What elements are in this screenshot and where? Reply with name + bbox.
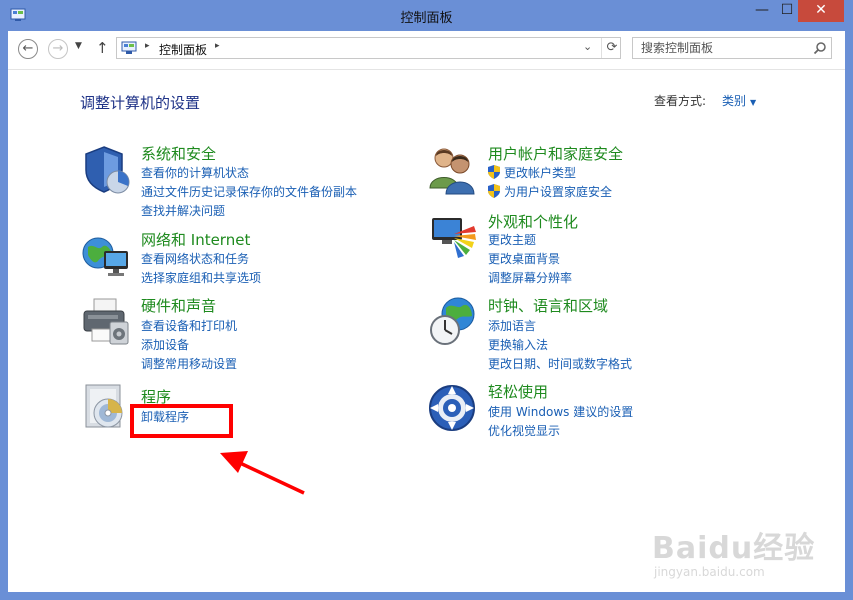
window-title: 控制面板 <box>400 11 453 26</box>
breadcrumb-separator-icon[interactable]: ▸ <box>145 41 150 51</box>
ease-of-access-icon[interactable] <box>428 382 480 434</box>
link-troubleshoot[interactable]: 查找并解决问题 <box>141 202 225 219</box>
back-button[interactable]: ← <box>18 39 38 59</box>
link-change-input-method[interactable]: 更换输入法 <box>488 336 548 353</box>
link-optimize-visual-display[interactable]: 优化视觉显示 <box>488 422 560 439</box>
uac-shield-icon <box>488 184 500 198</box>
search-input[interactable] <box>633 38 811 58</box>
shield-icon[interactable] <box>80 144 132 196</box>
close-button[interactable]: ✕ <box>798 0 844 22</box>
category-appearance[interactable]: 外观和个性化 <box>488 211 578 232</box>
view-by-label: 查看方式: <box>654 94 707 108</box>
up-button[interactable]: ↑ <box>96 39 109 57</box>
link-desktop-background[interactable]: 更改桌面背景 <box>488 250 560 267</box>
category-ease-of-access[interactable]: 轻松使用 <box>488 381 548 402</box>
view-by-dropdown[interactable]: 类别 ▼ <box>722 92 756 109</box>
highlight-box <box>130 404 233 438</box>
link-file-history-backup[interactable]: 通过文件历史记录保存你的文件备份副本 <box>141 183 357 200</box>
link-add-language[interactable]: 添加语言 <box>488 317 536 334</box>
users-icon[interactable] <box>428 144 480 196</box>
link-windows-recommended-settings[interactable]: 使用 Windows 建议的设置 <box>488 403 633 420</box>
appearance-icon[interactable] <box>428 212 480 264</box>
link-homegroup-sharing[interactable]: 选择家庭组和共享选项 <box>141 269 261 286</box>
uac-shield-icon <box>488 165 500 179</box>
page-title: 调整计算机的设置 <box>80 94 201 112</box>
forward-button[interactable]: → <box>48 39 68 59</box>
category-system-security[interactable]: 系统和安全 <box>141 143 216 164</box>
address-dropdown-icon[interactable]: ⌄ <box>583 40 592 53</box>
link-date-time-format[interactable]: 更改日期、时间或数字格式 <box>488 355 632 372</box>
search-box[interactable] <box>632 37 832 59</box>
watermark-site: jingyan.baidu.com <box>654 565 765 579</box>
link-devices-printers[interactable]: 查看设备和打印机 <box>141 317 237 334</box>
maximize-button[interactable]: ☐ <box>776 0 798 22</box>
search-icon[interactable] <box>813 41 827 55</box>
breadcrumb-control-panel[interactable]: 控制面板 <box>159 41 207 58</box>
link-mobility-settings[interactable]: 调整常用移动设置 <box>141 355 237 372</box>
navigation-bar: ← → ▼ ↑ ▸ 控制面板 ▸ ⌄ ⟳ <box>8 31 845 70</box>
address-bar[interactable]: ▸ 控制面板 ▸ ⌄ ⟳ <box>116 37 621 59</box>
clock-globe-icon[interactable] <box>428 296 480 348</box>
printer-icon[interactable] <box>80 296 132 348</box>
recent-locations-dropdown[interactable]: ▼ <box>75 41 82 51</box>
refresh-button[interactable]: ⟳ <box>601 38 622 58</box>
category-user-accounts[interactable]: 用户帐户和家庭安全 <box>488 143 623 164</box>
link-network-status[interactable]: 查看网络状态和任务 <box>141 250 249 267</box>
watermark-brand: Baidu经验 <box>652 531 816 566</box>
network-globe-icon[interactable] <box>80 231 132 283</box>
category-network-internet[interactable]: 网络和 Internet <box>141 229 250 250</box>
link-label[interactable]: 为用户设置家庭安全 <box>504 185 612 199</box>
link-change-theme[interactable]: 更改主题 <box>488 231 536 248</box>
control-panel-icon <box>121 41 137 54</box>
link-family-safety[interactable]: 为用户设置家庭安全 <box>488 183 612 200</box>
category-hardware-sound[interactable]: 硬件和声音 <box>141 295 216 316</box>
category-clock-language-region[interactable]: 时钟、语言和区域 <box>488 295 608 316</box>
control-panel-window: 控制面板 — ☐ ✕ ← → ▼ ↑ ▸ 控制面板 ▸ ⌄ ⟳ 搜索控制面板 调… <box>0 0 853 600</box>
watermark: Baidu经验 jingyan.baidu.com <box>652 523 815 579</box>
link-change-account-type[interactable]: 更改帐户类型 <box>488 164 576 181</box>
programs-box-icon[interactable] <box>80 381 132 433</box>
chevron-down-icon[interactable]: ▼ <box>750 98 756 107</box>
link-label[interactable]: 更改帐户类型 <box>504 166 576 180</box>
link-view-computer-status[interactable]: 查看你的计算机状态 <box>141 164 249 181</box>
breadcrumb-separator-icon[interactable]: ▸ <box>215 41 220 51</box>
annotation-arrow-icon <box>220 451 305 495</box>
view-by-value[interactable]: 类别 <box>722 94 746 108</box>
content-area: ← → ▼ ↑ ▸ 控制面板 ▸ ⌄ ⟳ 搜索控制面板 调整计算机的设置 查看方… <box>8 31 845 592</box>
link-add-device[interactable]: 添加设备 <box>141 336 189 353</box>
minimize-button[interactable]: — <box>748 0 776 22</box>
link-screen-resolution[interactable]: 调整屏幕分辨率 <box>488 269 572 286</box>
title-bar[interactable]: 控制面板 — ☐ ✕ <box>0 0 853 31</box>
